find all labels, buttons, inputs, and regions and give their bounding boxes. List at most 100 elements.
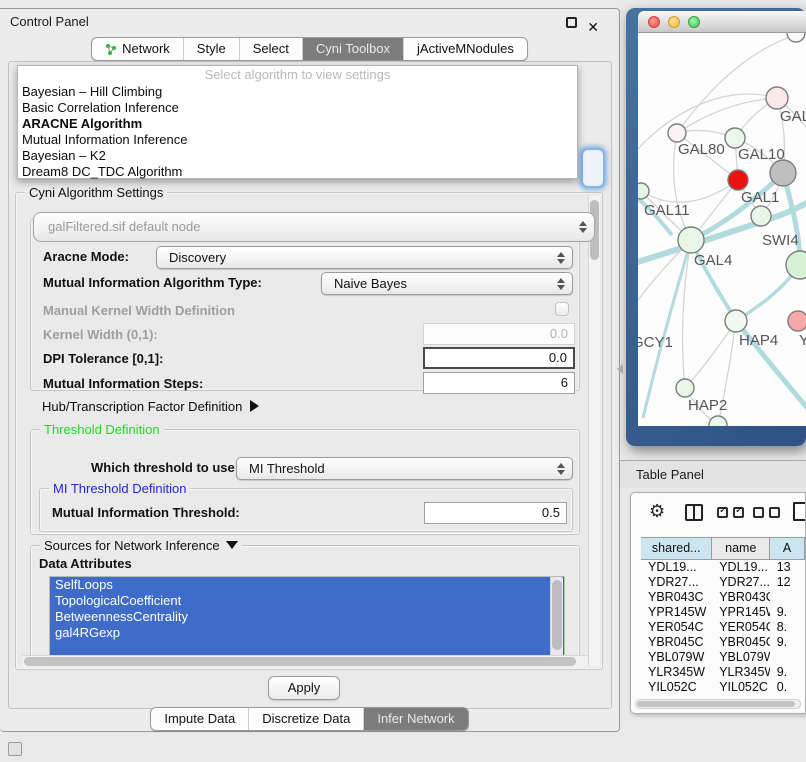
mi-threshold-definition-group: MI Threshold Definition Mutual Informati… (39, 488, 573, 532)
sources-title[interactable]: Sources for Network Inference (40, 538, 242, 553)
data-attribute-item[interactable]: TopologicalCoefficient (50, 593, 564, 609)
network-node[interactable] (709, 416, 727, 426)
table-cell: 0. (770, 680, 805, 691)
expand-arrow-icon[interactable] (250, 400, 259, 412)
select-all-checkbox-icon[interactable] (717, 507, 728, 518)
tab-select[interactable]: Select (239, 38, 302, 60)
window-minimize-icon[interactable] (668, 16, 680, 28)
table-row[interactable]: YLR345WYLR345W9. (641, 665, 805, 680)
column-header[interactable]: name (712, 538, 770, 559)
algorithm-option[interactable]: ARACNE Algorithm (18, 116, 577, 132)
tab-style[interactable]: Style (183, 38, 239, 60)
panel-divider-arrow-icon[interactable] (617, 364, 623, 374)
tab-cyni-toolbox[interactable]: Cyni Toolbox (302, 38, 403, 60)
tab-jactivemnodules[interactable]: jActiveMNodules (403, 38, 527, 60)
network-node-gal10[interactable] (725, 128, 745, 148)
tab-discretize-data[interactable]: Discretize Data (248, 708, 363, 730)
data-attribute-item[interactable]: BetweennessCentrality (50, 609, 564, 625)
table-cell: YER054C (712, 620, 770, 635)
settings-horizontal-scrollbar[interactable] (22, 655, 588, 667)
table-row[interactable]: YDR27...YDR27...12 (641, 575, 805, 590)
tab-impute-data[interactable]: Impute Data (151, 708, 248, 730)
table-row[interactable]: YPR145WYPR145W9. (641, 605, 805, 620)
network-node-gal4[interactable] (678, 227, 704, 253)
network-window-titlebar[interactable] (638, 11, 806, 33)
dpi-tolerance-field[interactable]: 0.0 (423, 347, 575, 369)
network-node-gal80[interactable] (668, 124, 686, 142)
hub-transcription-factor-section[interactable]: Hub/Transcription Factor Definition (42, 399, 259, 414)
manual-kernel-width-checkbox[interactable] (555, 302, 569, 316)
data-table-combobox[interactable]: galFiltered.sif default node (33, 212, 595, 242)
which-threshold-combobox[interactable]: MI Threshold (236, 457, 573, 480)
help-button[interactable] (581, 148, 605, 188)
table-row[interactable]: YBL079WYBL079W (641, 650, 805, 665)
desktop: { "control_panel": { "title": "Control P… (0, 0, 806, 762)
table-cell: YBR043C (712, 590, 770, 605)
collapsed-panel-icon[interactable] (8, 742, 22, 756)
control-panel-titlebar: Control Panel ✕ (0, 9, 619, 35)
network-node-hap4[interactable] (725, 310, 747, 332)
algorithm-option[interactable]: Bayesian – Hill Climbing (18, 84, 577, 100)
gear-icon[interactable]: ⚙ (649, 501, 665, 522)
table-cell: YBL079W (712, 650, 770, 665)
network-node[interactable] (787, 33, 805, 42)
network-node-gal[interactable] (766, 87, 788, 109)
network-node[interactable] (786, 251, 806, 279)
data-attribute-item[interactable]: SelfLoops (50, 577, 564, 593)
network-node-gal1[interactable] (728, 170, 748, 190)
window-zoom-icon[interactable] (688, 16, 700, 28)
window-close-icon[interactable] (648, 16, 660, 28)
dpi-tolerance-label: DPI Tolerance [0,1]: (43, 351, 163, 366)
table-rows: YDL19...YDL19...13YDR27...YDR27...12YBR0… (641, 560, 805, 691)
mi-threshold-field[interactable]: 0.5 (424, 502, 567, 524)
network-node-hap2[interactable] (676, 379, 694, 397)
which-threshold-label: Which threshold to use: (91, 460, 239, 475)
export-table-icon[interactable] (793, 502, 806, 521)
attribute-list-scrollbar-thumb[interactable] (552, 580, 562, 650)
data-attributes-list[interactable]: SelfLoopsTopologicalCoefficientBetweenne… (49, 576, 565, 660)
select-all-checkbox-icon[interactable] (733, 507, 744, 518)
tab-infer-network[interactable]: Infer Network (363, 708, 467, 730)
attribute-list-scrollbar[interactable] (550, 577, 563, 659)
table-row[interactable]: YER054CYER054C8. (641, 620, 805, 635)
deselect-all-checkbox-icon[interactable] (753, 507, 764, 518)
network-node-y[interactable] (788, 311, 806, 331)
deselect-all-checkbox-icon[interactable] (769, 507, 780, 518)
column-layout-icon[interactable] (685, 504, 703, 521)
column-header[interactable]: shared... (641, 538, 712, 559)
node-label: GAL4 (694, 252, 732, 269)
hub-transcription-factor-label: Hub/Transcription Factor Definition (42, 399, 242, 414)
aracne-mode-combobox[interactable]: Discovery (156, 246, 573, 269)
algorithm-option[interactable]: Bayesian – K2 (18, 148, 577, 164)
table-cell (770, 650, 805, 665)
table-cell (770, 590, 805, 605)
algorithm-option[interactable]: Dream8 DC_TDC Algorithm (18, 164, 577, 180)
network-node[interactable] (770, 160, 796, 186)
table-hscrollbar-thumb[interactable] (637, 701, 795, 707)
settings-vertical-scrollbar[interactable] (588, 196, 600, 666)
algorithm-option[interactable]: Basic Correlation Inference (18, 100, 577, 116)
float-panel-icon[interactable] (566, 17, 577, 28)
collapse-arrow-icon[interactable] (226, 541, 238, 549)
settings-hscrollbar-thumb[interactable] (24, 657, 576, 666)
network-node-swi4[interactable] (751, 206, 771, 226)
mi-algorithm-type-combobox[interactable]: Naive Bayes (321, 272, 573, 295)
network-canvas[interactable]: GALGAL80GAL10GAL1GAL11SWI4GAL4HAP4YGCY1H… (638, 33, 806, 426)
tab-network[interactable]: Network (92, 38, 183, 60)
table-toolbar: ⚙ (631, 499, 805, 529)
column-header[interactable]: A (770, 538, 805, 559)
network-node-gal11[interactable] (638, 183, 649, 199)
table-row[interactable]: YDL19...YDL19...13 (641, 560, 805, 575)
mi-steps-field[interactable]: 6 (423, 372, 575, 394)
network-view-window[interactable]: GALGAL80GAL10GAL1GAL11SWI4GAL4HAP4YGCY1H… (626, 8, 806, 446)
table-row[interactable]: YBR043CYBR043C (641, 590, 805, 605)
algorithm-option[interactable]: Mutual Information Inference (18, 132, 577, 148)
control-panel-tabbar: NetworkStyleSelectCyni ToolboxjActiveMNo… (0, 37, 619, 61)
table-row[interactable]: YBR045CYBR045C9. (641, 635, 805, 650)
table-row[interactable]: YIL052CYIL052C0. (641, 680, 805, 691)
apply-button[interactable]: Apply (268, 676, 340, 700)
data-attribute-item[interactable]: gal4RGexp (50, 625, 564, 641)
table-horizontal-scrollbar[interactable] (635, 699, 801, 709)
bottom-tabbar: Impute DataDiscretize DataInfer Network (0, 707, 619, 731)
kernel-width-field: 0.0 (423, 323, 575, 345)
